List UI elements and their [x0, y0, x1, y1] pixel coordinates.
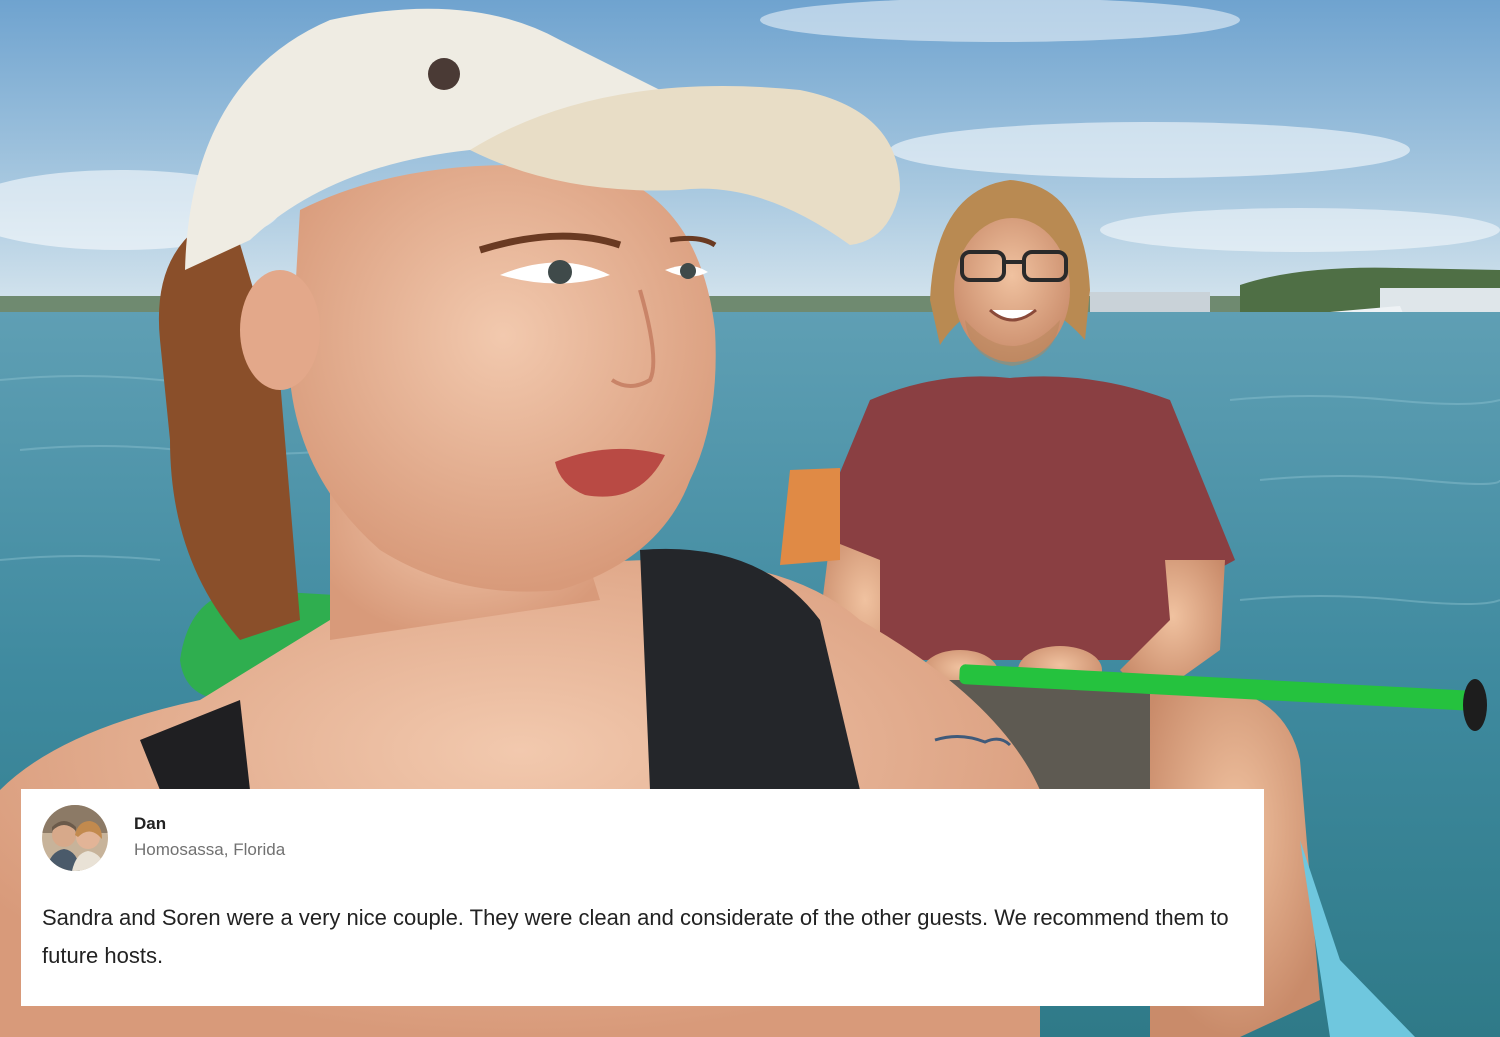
reviewer-location: Homosassa, Florida [134, 840, 286, 859]
review-card: Dan Homosassa, Florida Sandra and Soren … [21, 789, 1264, 1006]
review-text: Sandra and Soren were a very nice couple… [42, 905, 1229, 968]
reviewer-name[interactable]: Dan [134, 814, 166, 834]
reviewer-avatar[interactable] [42, 805, 108, 871]
